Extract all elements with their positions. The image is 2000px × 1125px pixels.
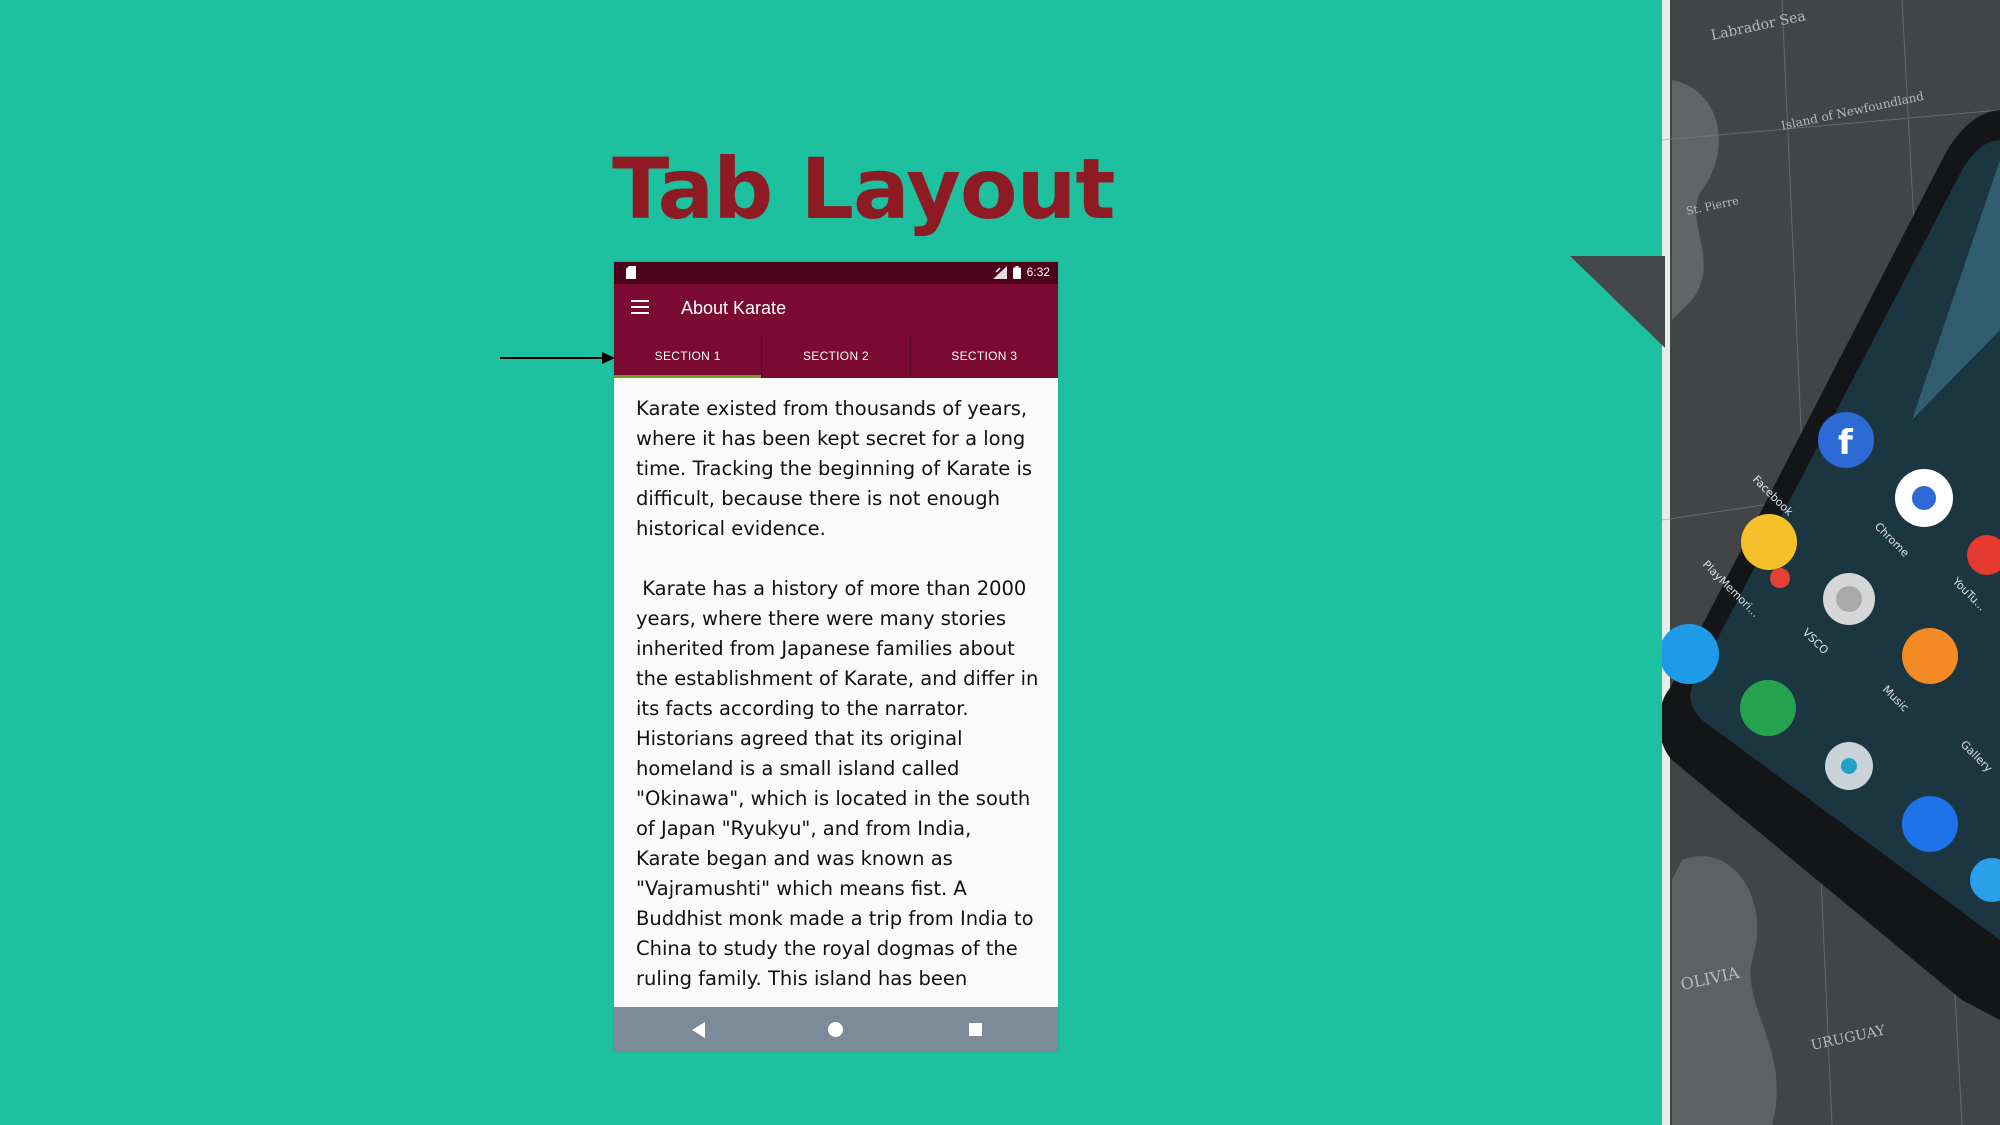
slide-title: Tab Layout xyxy=(612,140,1116,238)
content-paragraph: Karate existed from thousands of years, … xyxy=(636,397,1039,540)
tab-label: SECTION 1 xyxy=(654,349,721,363)
callout-pointer xyxy=(1570,256,1665,348)
back-icon[interactable] xyxy=(692,1022,705,1038)
system-nav-bar xyxy=(614,1007,1058,1051)
sd-card-icon xyxy=(626,266,636,279)
pointer-arrow xyxy=(500,352,615,364)
content-paragraph: Karate has a history of more than 2000 y… xyxy=(636,577,1039,1000)
phone-screenshot: 6:32 About Karate SECTION 1 SECTION 2 SE… xyxy=(614,262,1058,1051)
tab-section-2[interactable]: SECTION 2 xyxy=(761,334,909,378)
scrollable-content[interactable]: Karate existed from thousands of years, … xyxy=(636,394,1040,1000)
app-title: About Karate xyxy=(681,298,787,318)
device-photo: Labrador Sea Island of Newfoundland St. … xyxy=(1662,0,2000,1125)
status-time: 6:32 xyxy=(1026,265,1050,279)
status-bar: 6:32 xyxy=(614,262,1058,284)
app-bar: About Karate xyxy=(614,284,1058,334)
tab-section-3[interactable]: SECTION 3 xyxy=(909,334,1058,378)
tab-section-1[interactable]: SECTION 1 xyxy=(614,334,762,378)
svg-text:f: f xyxy=(1838,423,1854,463)
battery-icon xyxy=(1012,265,1021,279)
tab-bar: SECTION 1 SECTION 2 SECTION 3 xyxy=(614,334,1058,378)
home-icon[interactable] xyxy=(828,1022,843,1037)
recents-icon[interactable] xyxy=(969,1023,982,1036)
signal-icon xyxy=(992,265,1007,279)
tab-label: SECTION 2 xyxy=(802,349,870,363)
hamburger-menu-icon[interactable] xyxy=(631,300,649,314)
tab-label: SECTION 3 xyxy=(951,349,1018,363)
